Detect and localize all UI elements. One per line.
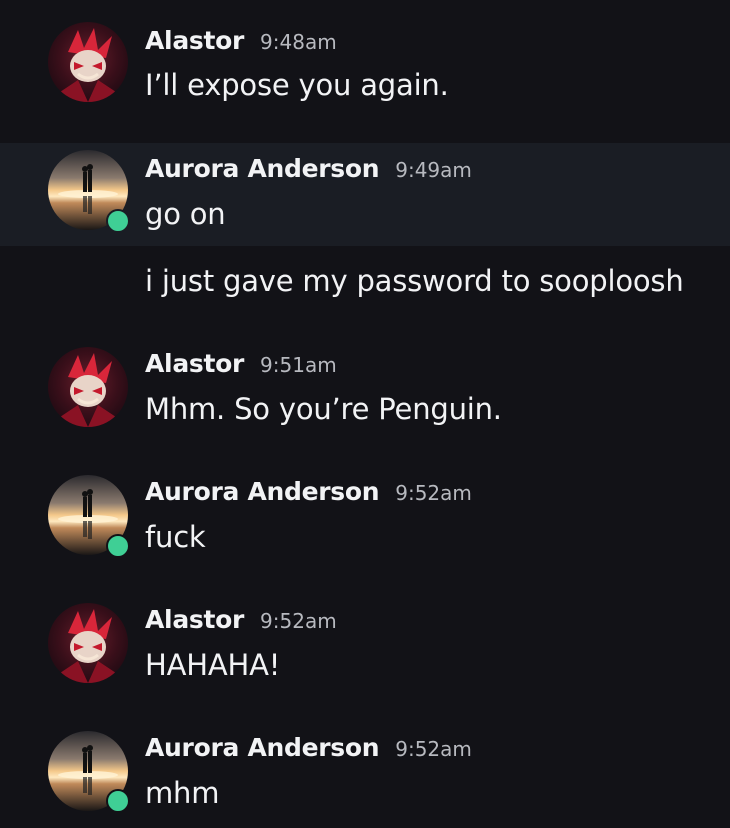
timestamp: 9:49am bbox=[395, 158, 472, 182]
author-name[interactable]: Alastor bbox=[145, 349, 244, 378]
alastor-avatar[interactable] bbox=[48, 347, 128, 427]
author-name[interactable]: Aurora Anderson bbox=[145, 154, 380, 183]
online-status-icon bbox=[106, 209, 130, 233]
author-name[interactable]: Alastor bbox=[145, 26, 244, 55]
message-text: go on bbox=[145, 197, 226, 231]
message-text: Mhm. So you’re Penguin. bbox=[145, 392, 502, 426]
author-name[interactable]: Aurora Anderson bbox=[145, 733, 380, 762]
message-group: Alastor 9:51am Mhm. So you’re Penguin. bbox=[0, 326, 730, 454]
timestamp: 9:52am bbox=[395, 737, 472, 761]
message-text: HAHAHA! bbox=[145, 648, 281, 682]
timestamp: 9:48am bbox=[260, 30, 337, 54]
message-header: Aurora Anderson 9:52am bbox=[145, 477, 472, 506]
message-group: Alastor 9:48am I’ll expose you again. bbox=[0, 0, 730, 140]
message-group-highlighted: Aurora Anderson 9:49am go on bbox=[0, 143, 730, 246]
message-header: Alastor 9:52am bbox=[145, 605, 337, 634]
chat-log: Alastor 9:48am I’ll expose you again. Au… bbox=[0, 0, 730, 828]
message-header: Alastor 9:51am bbox=[145, 349, 337, 378]
message-header: Alastor 9:48am bbox=[145, 26, 337, 55]
author-name[interactable]: Aurora Anderson bbox=[145, 477, 380, 506]
message-group: Alastor 9:52am HAHAHA! bbox=[0, 582, 730, 710]
message-text: i just gave my password to sooploosh bbox=[145, 264, 684, 298]
alastor-avatar[interactable] bbox=[48, 22, 128, 102]
message-text: I’ll expose you again. bbox=[145, 68, 449, 102]
message-group: Aurora Anderson 9:52am mhm bbox=[0, 710, 730, 828]
timestamp: 9:51am bbox=[260, 353, 337, 377]
author-name[interactable]: Alastor bbox=[145, 605, 244, 634]
message-header: Aurora Anderson 9:49am bbox=[145, 154, 472, 183]
message-continuation: i just gave my password to sooploosh bbox=[0, 246, 730, 326]
message-text: fuck bbox=[145, 520, 206, 554]
message-header: Aurora Anderson 9:52am bbox=[145, 733, 472, 762]
timestamp: 9:52am bbox=[260, 609, 337, 633]
alastor-avatar[interactable] bbox=[48, 603, 128, 683]
message-group: Aurora Anderson 9:52am fuck bbox=[0, 454, 730, 582]
online-status-icon bbox=[106, 789, 130, 813]
online-status-icon bbox=[106, 534, 130, 558]
timestamp: 9:52am bbox=[395, 481, 472, 505]
message-text: mhm bbox=[145, 776, 220, 810]
